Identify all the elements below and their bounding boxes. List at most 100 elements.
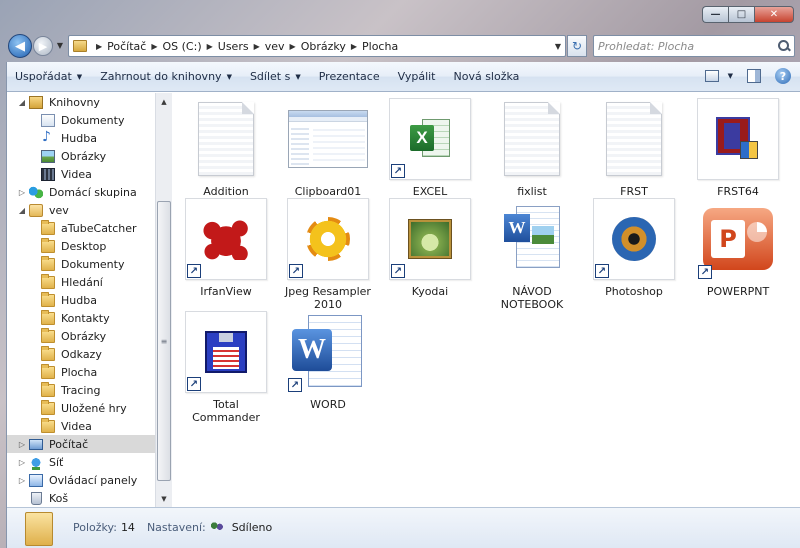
refresh-button[interactable]: ↻ (567, 35, 587, 57)
shortcut-arrow-icon: ↗ (698, 265, 712, 279)
scroll-down-arrow[interactable]: ▼ (156, 490, 172, 507)
file-item[interactable]: X ↗ EXCEL (380, 98, 480, 198)
sidebar-item-music[interactable]: Hudba (41, 129, 97, 147)
new-folder-button[interactable]: Nová složka (454, 70, 520, 83)
scrollbar-thumb[interactable]: ≡ (157, 201, 171, 481)
expand-arrow-icon[interactable]: ▷ (17, 188, 27, 197)
chevron-right-icon[interactable]: ▶ (351, 42, 357, 51)
sidebar-item-saved-games[interactable]: Uložené hry (41, 399, 127, 417)
preview-pane-icon[interactable] (747, 69, 761, 83)
sidebar-item-homegroup[interactable]: ▷ Domácí skupina (17, 183, 137, 201)
sidebar-item-searches[interactable]: Hledání (41, 273, 103, 291)
organize-menu[interactable]: Uspořádat ▼ (15, 70, 82, 83)
text-file-icon (198, 102, 254, 176)
breadcrumb-user[interactable]: vev (265, 40, 285, 53)
help-icon[interactable]: ? (775, 68, 791, 84)
sidebar-item-tracing[interactable]: Tracing (41, 381, 100, 399)
breadcrumb-drive[interactable]: OS (C:) (163, 40, 202, 53)
scroll-up-arrow[interactable]: ▲ (156, 93, 172, 110)
expand-arrow-icon[interactable]: ▷ (17, 476, 27, 485)
burn-button[interactable]: Vypálit (398, 70, 436, 83)
file-label: POWERPNT (706, 285, 770, 298)
homegroup-icon (29, 185, 43, 199)
sidebar-item-documents[interactable]: Dokumenty (41, 111, 124, 129)
sidebar-item-videos[interactable]: Videa (41, 165, 92, 183)
change-view-icon[interactable] (704, 70, 719, 82)
view-options-dropdown[interactable]: ▼ (728, 72, 733, 80)
sidebar-item-plocha[interactable]: Plocha (41, 363, 97, 381)
sidebar-item-links[interactable]: Odkazy (41, 345, 102, 363)
expand-arrow-icon[interactable]: ▷ (17, 458, 27, 467)
file-item[interactable]: Clipboard01 (278, 98, 378, 198)
sidebar-item-desktop-folder[interactable]: Desktop (41, 237, 106, 255)
file-thumb: W ↗ (287, 311, 369, 393)
sidebar-scrollbar[interactable]: ▲ ≡ ▼ (155, 93, 172, 507)
sidebar-item-libraries[interactable]: ◢ Knihovny (17, 93, 100, 111)
file-label: Total Commander (192, 398, 260, 424)
sidebar-item-user-pictures[interactable]: Obrázky (41, 327, 106, 345)
photoshop-icon (612, 217, 656, 261)
back-button[interactable]: ◀ (8, 34, 32, 58)
file-item[interactable]: W ↗ WORD (278, 311, 378, 411)
navigation-pane: ◢Knihovny Dokumenty Hudba Obrázky Videa … (7, 93, 155, 507)
sidebar-item-user-documents[interactable]: Dokumenty (41, 255, 124, 273)
maximize-button[interactable]: □ (728, 6, 754, 23)
expand-arrow-icon[interactable]: ▷ (17, 440, 27, 449)
file-item[interactable]: FRST64 (688, 98, 788, 198)
arrow-left-icon: ◀ (15, 38, 25, 54)
shortcut-arrow-icon: ↗ (187, 377, 201, 391)
excel-icon: X (410, 117, 450, 161)
sidebar-item-user-videos[interactable]: Videa (41, 417, 92, 435)
sidebar-item-control-panel[interactable]: ▷ Ovládací panely (17, 471, 137, 489)
file-item[interactable]: ↗ IrfanView (176, 198, 276, 298)
close-button[interactable]: ✕ (754, 6, 794, 23)
minimize-button[interactable]: — (702, 6, 728, 23)
file-label: NÁVOD NOTEBOOK (500, 285, 564, 311)
file-item[interactable]: ↗ Photoshop (584, 198, 684, 298)
sidebar-item-network[interactable]: ▷ Síť (17, 453, 63, 471)
file-item[interactable]: FRST (584, 98, 684, 198)
file-item[interactable]: P ↗ POWERPNT (688, 198, 788, 298)
folder-icon (41, 417, 55, 433)
sidebar-item-contacts[interactable]: Kontakty (41, 309, 110, 327)
sidebar-item-recycle-bin[interactable]: Koš (29, 489, 68, 507)
sidebar-item-atubecatcher[interactable]: aTubeCatcher (41, 219, 137, 237)
search-icon[interactable] (778, 40, 790, 52)
breadcrumb-computer[interactable]: Počítač (107, 40, 146, 53)
sidebar-item-pictures[interactable]: Obrázky (41, 147, 106, 165)
breadcrumb-pictures[interactable]: Obrázky (301, 40, 346, 53)
breadcrumb-desktop[interactable]: Plocha (362, 40, 398, 53)
address-bar[interactable]: ▶ Počítač ▶ OS (C:) ▶ Users ▶ vev ▶ Obrá… (68, 35, 566, 57)
file-thumb: ↗ (593, 198, 675, 280)
shortcut-arrow-icon: ↗ (187, 264, 201, 278)
word-document-icon: W (504, 206, 560, 272)
address-history-dropdown[interactable]: ▼ (555, 42, 561, 51)
sidebar-item-user[interactable]: ◢ vev (17, 201, 69, 219)
total-commander-icon (205, 331, 247, 373)
file-item[interactable]: Addition (176, 98, 276, 198)
include-in-library-menu[interactable]: Zahrnout do knihovny ▼ (100, 70, 232, 83)
breadcrumb-users[interactable]: Users (218, 40, 249, 53)
chevron-right-icon[interactable]: ▶ (290, 42, 296, 51)
sidebar-item-computer[interactable]: ▷ Počítač (7, 435, 155, 453)
chevron-right-icon[interactable]: ▶ (96, 42, 102, 51)
search-input[interactable]: Prohledat: Plocha (593, 35, 795, 57)
collapse-arrow-icon[interactable]: ◢ (17, 206, 27, 215)
file-item[interactable]: fixlist (482, 98, 582, 198)
folder-icon (41, 237, 55, 253)
sidebar-item-user-music[interactable]: Hudba (41, 291, 97, 309)
forward-button[interactable]: ▶ (33, 36, 53, 56)
music-icon (41, 129, 55, 145)
slideshow-button[interactable]: Prezentace (319, 70, 380, 83)
share-with-menu[interactable]: Sdílet s ▼ (250, 70, 301, 83)
file-item[interactable]: ↗ Jpeg Resampler 2010 (278, 198, 378, 311)
folder-icon (41, 399, 55, 415)
collapse-arrow-icon[interactable]: ◢ (17, 98, 27, 107)
recent-pages-dropdown[interactable]: ▼ (55, 40, 65, 50)
file-item[interactable]: ↗ Total Commander (176, 311, 276, 424)
chevron-right-icon[interactable]: ▶ (254, 42, 260, 51)
file-item[interactable]: ↗ Kyodai (380, 198, 480, 298)
chevron-right-icon[interactable]: ▶ (207, 42, 213, 51)
chevron-right-icon[interactable]: ▶ (151, 42, 157, 51)
file-item[interactable]: W NÁVOD NOTEBOOK (482, 198, 582, 311)
